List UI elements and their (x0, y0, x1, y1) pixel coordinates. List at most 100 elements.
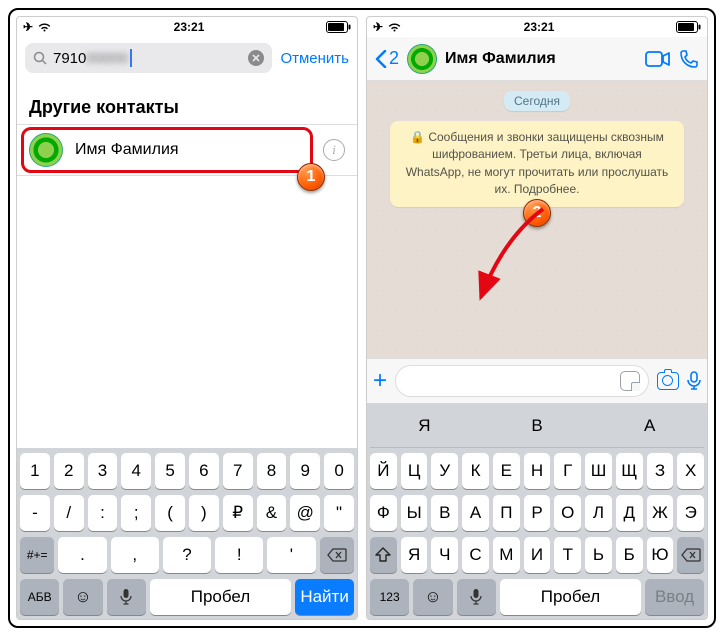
kbd-row-3: #+= .,?!' (20, 537, 354, 573)
message-input[interactable] (395, 365, 649, 397)
key-Д[interactable]: Д (616, 495, 643, 531)
key-"[interactable]: " (324, 495, 354, 531)
key-А[interactable]: А (595, 408, 704, 444)
key-У[interactable]: У (431, 453, 458, 489)
key-В[interactable]: В (483, 408, 592, 444)
key-П[interactable]: П (493, 495, 520, 531)
key-,[interactable]: , (111, 537, 159, 573)
status-bar: ✈ 23:21 (17, 17, 357, 37)
key-Я[interactable]: Я (370, 408, 479, 444)
info-icon[interactable]: i (323, 139, 345, 161)
key-К[interactable]: К (462, 453, 489, 489)
key-О[interactable]: О (554, 495, 581, 531)
clear-icon[interactable] (248, 50, 264, 66)
key-.[interactable]: . (58, 537, 106, 573)
search-value: 7910 (53, 50, 86, 67)
key-shift[interactable] (370, 537, 397, 573)
key-abc[interactable]: АБВ (20, 579, 59, 615)
key-@[interactable]: @ (290, 495, 320, 531)
chat-body[interactable]: Сегодня 🔒 Сообщения и звонки защищены ск… (367, 81, 707, 358)
kbd-row-4: АБВ ☺ Пробел Найти (20, 579, 354, 615)
key-А[interactable]: А (462, 495, 489, 531)
key-Ш[interactable]: Ш (585, 453, 612, 489)
key-enter[interactable]: Ввод (645, 579, 704, 615)
key-1[interactable]: 1 (20, 453, 50, 489)
clock: 23:21 (52, 20, 326, 34)
key-mic[interactable] (107, 579, 146, 615)
key-8[interactable]: 8 (257, 453, 287, 489)
key-М[interactable]: М (493, 537, 520, 573)
key-Ф[interactable]: Ф (370, 495, 397, 531)
key-symbols[interactable]: #+= (20, 537, 54, 573)
key-Е[interactable]: Е (493, 453, 520, 489)
contact-row[interactable]: Имя Фамилия i 1 (17, 124, 357, 176)
sticker-icon[interactable] (620, 371, 640, 391)
key-Я[interactable]: Я (401, 537, 428, 573)
voice-call-icon[interactable] (679, 49, 699, 69)
key-6[interactable]: 6 (189, 453, 219, 489)
key-emoji[interactable]: ☺ (413, 579, 452, 615)
key-space[interactable]: Пробел (500, 579, 641, 615)
key-Ь[interactable]: Ь (585, 537, 612, 573)
key-backspace[interactable] (320, 537, 354, 573)
clock: 23:21 (402, 20, 676, 34)
kbd-row-2: -/:;()₽&@" (20, 495, 354, 531)
key-&[interactable]: & (257, 495, 287, 531)
camera-icon[interactable] (657, 372, 679, 390)
key-Ч[interactable]: Ч (431, 537, 458, 573)
key-З[interactable]: З (647, 453, 674, 489)
key-'[interactable]: ' (267, 537, 315, 573)
key-![interactable]: ! (215, 537, 263, 573)
key-Л[interactable]: Л (585, 495, 612, 531)
key-9[interactable]: 9 (290, 453, 320, 489)
video-call-icon[interactable] (645, 51, 671, 67)
key-И[interactable]: И (524, 537, 551, 573)
mic-icon[interactable] (687, 371, 701, 391)
back-button[interactable]: 2 (375, 48, 399, 69)
encryption-notice[interactable]: 🔒 Сообщения и звонки защищены сквозным ш… (390, 121, 684, 207)
key-7[interactable]: 7 (223, 453, 253, 489)
key-mic[interactable] (457, 579, 496, 615)
key-Ю[interactable]: Ю (647, 537, 674, 573)
key-С[interactable]: С (462, 537, 489, 573)
key-Н[interactable]: Н (524, 453, 551, 489)
key-)[interactable]: ) (189, 495, 219, 531)
key-find[interactable]: Найти (295, 579, 354, 615)
key-([interactable]: ( (155, 495, 185, 531)
keyboard[interactable]: ЯВА ЙЦУКЕНГШЩЗХ ФЫВАПРОЛДЖЭ ЯЧСМИТЬБЮ 12… (367, 403, 707, 619)
key-Й[interactable]: Й (370, 453, 397, 489)
key-В[interactable]: В (431, 495, 458, 531)
key-:[interactable]: : (88, 495, 118, 531)
key-emoji[interactable]: ☺ (63, 579, 102, 615)
key-/[interactable]: / (54, 495, 84, 531)
key-3[interactable]: 3 (88, 453, 118, 489)
keyboard[interactable]: 1234567890 -/:;()₽&@" #+= .,?!' АБВ ☺ Пр… (17, 448, 357, 619)
avatar[interactable] (407, 44, 437, 74)
key-2[interactable]: 2 (54, 453, 84, 489)
key-Ы[interactable]: Ы (401, 495, 428, 531)
key-Г[interactable]: Г (554, 453, 581, 489)
key-0[interactable]: 0 (324, 453, 354, 489)
key--[interactable]: - (20, 495, 50, 531)
key-₽[interactable]: ₽ (223, 495, 253, 531)
key-5[interactable]: 5 (155, 453, 185, 489)
key-Х[interactable]: Х (677, 453, 704, 489)
key-Р[interactable]: Р (524, 495, 551, 531)
key-?[interactable]: ? (163, 537, 211, 573)
chat-title[interactable]: Имя Фамилия (445, 50, 637, 68)
key-backspace[interactable] (677, 537, 704, 573)
key-Б[interactable]: Б (616, 537, 643, 573)
search-input[interactable]: 791000000 (25, 43, 272, 73)
key-Т[interactable]: Т (554, 537, 581, 573)
key-Щ[interactable]: Щ (616, 453, 643, 489)
key-123[interactable]: 123 (370, 579, 409, 615)
key-space[interactable]: Пробел (150, 579, 291, 615)
chat-header: 2 Имя Фамилия (367, 37, 707, 81)
key-Ж[interactable]: Ж (647, 495, 674, 531)
key-Ц[interactable]: Ц (401, 453, 428, 489)
key-4[interactable]: 4 (121, 453, 151, 489)
key-Э[interactable]: Э (677, 495, 704, 531)
cancel-button[interactable]: Отменить (280, 50, 349, 67)
key-;[interactable]: ; (121, 495, 151, 531)
attach-icon[interactable]: + (373, 367, 387, 395)
